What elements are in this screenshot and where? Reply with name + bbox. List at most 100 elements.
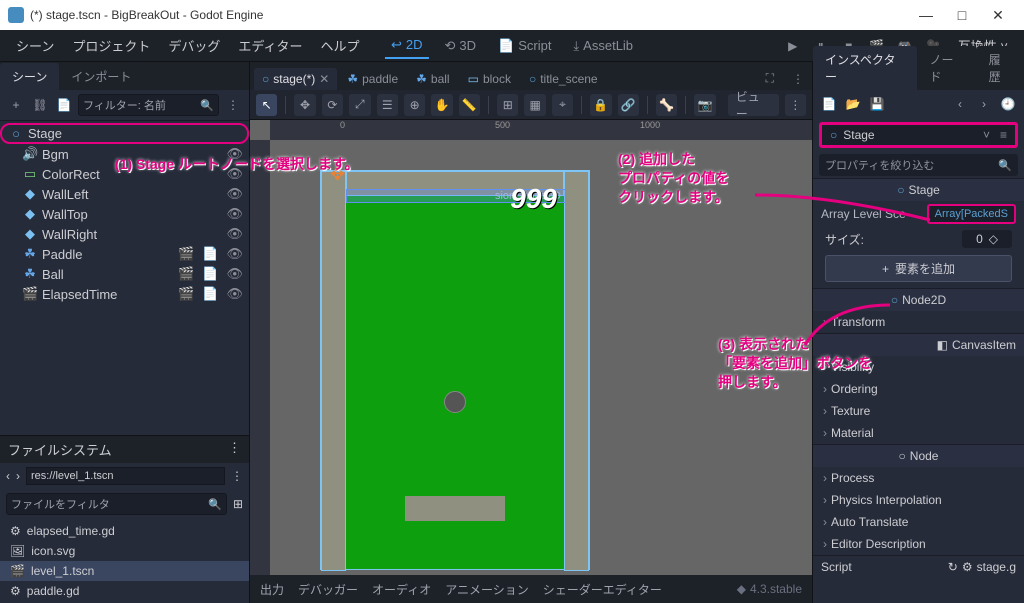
node-walltop[interactable]: ◆ WallTop 👁 — [0, 204, 249, 224]
mode-assetlib[interactable]: ⤓ AssetLib — [567, 34, 639, 58]
node-colorrect[interactable]: ▭ ColorRect 👁 — [0, 164, 249, 184]
inspector-node-pill[interactable]: ○ Stage ˅ ≡ — [819, 122, 1018, 148]
script-row[interactable]: Script ↻ ⚙ stage.g — [813, 555, 1024, 578]
history-fwd-button[interactable]: › — [974, 94, 994, 114]
class-header-stage[interactable]: ○Stage — [813, 178, 1024, 201]
group-ordering[interactable]: Ordering — [813, 378, 1024, 400]
pan-tool[interactable]: ✋ — [431, 94, 452, 116]
bottom-tab-debugger[interactable]: デバッガー — [298, 581, 358, 598]
menu-scene[interactable]: シーン — [8, 32, 62, 59]
maximize-button[interactable]: □ — [944, 0, 980, 30]
list-tool[interactable]: ☰ — [377, 94, 398, 116]
game-canvas[interactable]: sionShape2D 999 — [320, 170, 590, 570]
node-ball[interactable]: ☘ Ball 🎬 📄 👁 — [0, 264, 249, 284]
group-editor-desc[interactable]: Editor Description — [813, 533, 1024, 555]
group-process[interactable]: Process — [813, 467, 1024, 489]
smart-snap-toggle[interactable]: ⌖ — [552, 94, 573, 116]
script-icon[interactable]: 📄 — [202, 286, 218, 302]
class-header-node[interactable]: ○Node — [813, 444, 1024, 467]
class-header-node2d[interactable]: ○Node2D — [813, 288, 1024, 311]
save-resource-button[interactable]: 💾 — [867, 94, 887, 114]
file-item[interactable]: 🖼icon.svg — [0, 541, 249, 561]
wall-right-sprite[interactable] — [564, 171, 589, 571]
node-wallleft[interactable]: ◆ WallLeft 👁 — [0, 184, 249, 204]
pivot-tool[interactable]: ⊕ — [404, 94, 425, 116]
doc-icon[interactable]: ≡ — [1000, 128, 1007, 142]
scene-menu-button[interactable]: ⋮ — [223, 95, 243, 115]
group-texture[interactable]: Texture — [813, 400, 1024, 422]
menu-help[interactable]: ヘルプ — [312, 32, 367, 59]
menu-editor[interactable]: エディター — [230, 32, 310, 59]
wall-left-sprite[interactable] — [321, 171, 346, 571]
play-button[interactable]: ▶ — [782, 35, 804, 57]
version-label[interactable]: ◆4.3.stable — [737, 582, 802, 596]
visibility-toggle[interactable]: 👁 — [226, 226, 243, 242]
property-array-value[interactable]: Array[PackedS — [927, 204, 1016, 224]
mode-2d[interactable]: ↩ 2D — [385, 33, 429, 59]
spinner-icon[interactable]: ◇ — [989, 232, 998, 246]
history-button[interactable]: 🕘 — [998, 94, 1018, 114]
visibility-toggle[interactable]: 👁 — [226, 166, 243, 182]
group-visibility[interactable]: Visibility — [813, 356, 1024, 378]
rotate-tool[interactable]: ⟳ — [322, 94, 343, 116]
bottom-tab-audio[interactable]: オーディオ — [372, 581, 431, 598]
file-item[interactable]: ⚙elapsed_time.gd — [0, 521, 249, 541]
scene-tab-titlescene[interactable]: ○title_scene — [521, 68, 606, 90]
script-icon[interactable]: 📄 — [202, 246, 218, 262]
tab-inspector[interactable]: インスペクター — [813, 46, 917, 90]
mode-script[interactable]: 📄 Script — [492, 34, 557, 58]
skeleton-button[interactable]: 🦴 — [656, 94, 677, 116]
bottom-tab-animation[interactable]: アニメーション — [445, 581, 529, 598]
group-physics-interp[interactable]: Physics Interpolation — [813, 489, 1024, 511]
class-header-canvasitem[interactable]: ◧CanvasItem — [813, 333, 1024, 356]
filter-layout-button[interactable]: ⊞ — [233, 497, 243, 511]
visibility-toggle[interactable]: 👁 — [226, 186, 243, 202]
history-back-button[interactable]: ‹ — [950, 94, 970, 114]
visibility-toggle[interactable]: 👁 — [226, 286, 243, 302]
node-stage-root[interactable]: ○ Stage — [0, 123, 249, 144]
visibility-toggle[interactable]: 👁 — [226, 146, 243, 162]
path-back-button[interactable]: ‹ — [6, 469, 10, 483]
scene-filter-input[interactable]: フィルター: 名前 🔍 — [78, 94, 219, 116]
scene-tabs-menu[interactable]: ⋮ — [784, 68, 812, 90]
menu-project[interactable]: プロジェクト — [64, 32, 158, 59]
attach-script-button[interactable]: 📄 — [54, 95, 74, 115]
camera-override-button[interactable]: 📷 — [694, 94, 715, 116]
reload-icon[interactable]: ↻ — [948, 560, 958, 574]
view-menu[interactable]: ビュー — [728, 94, 779, 116]
scene-tab-stage[interactable]: ○stage(*)✕ — [254, 68, 337, 90]
node-bgm[interactable]: 🔊 Bgm 👁 — [0, 144, 249, 164]
tab-node[interactable]: ノード — [917, 46, 976, 90]
add-node-button[interactable]: + — [6, 95, 26, 115]
file-item[interactable]: 🎬level_1.tscn — [0, 561, 249, 581]
group-auto-translate[interactable]: Auto Translate — [813, 511, 1024, 533]
close-button[interactable]: ✕ — [980, 0, 1016, 30]
filesystem-path-input[interactable] — [26, 467, 225, 485]
select-tool[interactable]: ↖ — [256, 94, 277, 116]
bottom-tab-shader[interactable]: シェーダーエディター — [543, 581, 662, 598]
visibility-toggle[interactable]: 👁 — [226, 206, 243, 222]
tab-history[interactable]: 履歴 — [977, 46, 1024, 90]
filesystem-filter-input[interactable]: ファイルをフィルタ 🔍 — [6, 493, 227, 515]
group-transform[interactable]: Transform — [813, 311, 1024, 333]
instance-icon[interactable]: 🎬 — [178, 286, 194, 302]
file-item[interactable]: ⚙paddle.gd — [0, 581, 249, 601]
node-paddle[interactable]: ☘ Paddle 🎬 📄 👁 — [0, 244, 249, 264]
tab-import[interactable]: インポート — [59, 63, 143, 90]
visibility-toggle[interactable]: 👁 — [226, 266, 243, 282]
bottom-tab-output[interactable]: 出力 — [260, 581, 284, 598]
scale-tool[interactable]: ⤢ — [349, 94, 370, 116]
script-icon[interactable]: 📄 — [202, 266, 218, 282]
instance-icon[interactable]: 🎬 — [178, 266, 194, 282]
scene-tab-block[interactable]: ▭block — [460, 68, 519, 90]
origin-gizmo[interactable]: ✥ — [330, 164, 345, 185]
ball-sprite[interactable] — [444, 391, 466, 413]
mode-3d[interactable]: ⟲ 3D — [438, 34, 482, 58]
scene-tree[interactable]: ○ Stage 🔊 Bgm 👁 ▭ ColorRect 👁 ◆ WallLeft… — [0, 121, 249, 306]
instance-button[interactable]: ⛓ — [30, 95, 50, 115]
add-element-button[interactable]: + 要素を追加 — [825, 255, 1012, 282]
move-tool[interactable]: ✥ — [294, 94, 315, 116]
path-fwd-button[interactable]: › — [16, 469, 20, 483]
ruler-tool[interactable]: 📏 — [459, 94, 480, 116]
lock-button[interactable]: 🔒 — [590, 94, 611, 116]
